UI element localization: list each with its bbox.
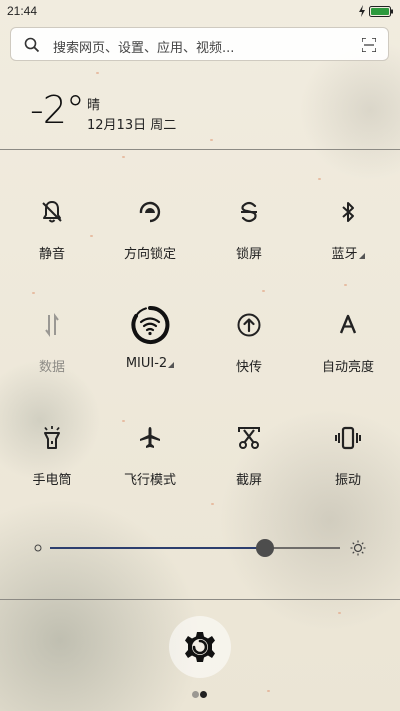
toggle-label: 静音: [38, 247, 65, 262]
submenu-indicator-icon: [168, 362, 175, 368]
rotation-lock-icon: [139, 201, 161, 223]
toggle-label: 锁屏: [235, 247, 262, 262]
panel-divider: [0, 599, 400, 600]
quick-transfer-icon: [237, 313, 261, 337]
screenshot-icon: [238, 427, 260, 449]
status-bar: 21:44: [0, 0, 400, 24]
toggle-wifi[interactable]: MIUI-2: [100, 305, 200, 401]
lock-screen-icon: [241, 201, 257, 223]
brightness-low-icon: [34, 544, 42, 552]
brightness-track[interactable]: [50, 539, 340, 557]
toggle-label: 振动: [334, 473, 361, 488]
weather-temperature: -2°: [30, 88, 85, 132]
toggle-label-text: 蓝牙: [331, 247, 358, 262]
brightness-slider[interactable]: [32, 536, 368, 560]
airplane-icon: [140, 427, 160, 448]
toggle-bluetooth[interactable]: 蓝牙: [298, 198, 398, 288]
toggle-airplane-mode[interactable]: 飞行模式: [100, 424, 200, 514]
auto-brightness-icon: [339, 314, 357, 334]
toggle-rotation-lock[interactable]: 方向锁定: [100, 198, 200, 288]
weather-condition: 晴: [87, 98, 101, 113]
toggle-label: 快传: [235, 360, 262, 375]
toggle-label: 数据: [38, 360, 65, 375]
toggle-flashlight[interactable]: 手电筒: [2, 424, 102, 514]
bell-slash-icon: [42, 201, 62, 223]
toggle-label: 手电筒: [32, 473, 72, 488]
toggle-mobile-data[interactable]: 数据: [2, 311, 102, 401]
flashlight-icon: [44, 426, 60, 449]
toggle-label: 飞行模式: [123, 473, 176, 488]
search-input[interactable]: 搜索网页、设置、应用、视频...: [53, 37, 234, 56]
toggle-auto-brightness[interactable]: 自动亮度: [298, 311, 398, 401]
toggle-silent[interactable]: 静音: [2, 198, 102, 288]
brightness-track-fill: [50, 547, 265, 549]
page-dot: [200, 691, 207, 698]
toggle-label-text: MIUI-2: [125, 356, 168, 371]
toggle-lock-screen[interactable]: 锁屏: [199, 198, 299, 288]
battery-icon: [369, 6, 393, 17]
search-bar[interactable]: 搜索网页、设置、应用、视频...: [10, 27, 389, 61]
page-dot: [192, 691, 199, 698]
panel-divider: [0, 149, 400, 150]
toggle-label: 方向锁定: [123, 247, 176, 262]
brightness-thumb[interactable]: [256, 539, 274, 557]
status-time: 21:44: [7, 4, 38, 18]
toggle-screenshot[interactable]: 截屏: [199, 424, 299, 514]
search-icon: [24, 37, 40, 53]
bluetooth-icon: [342, 202, 354, 222]
charging-icon: [359, 5, 365, 17]
page-indicator: [192, 691, 212, 699]
vibrate-icon: [335, 426, 361, 450]
toggle-vibrate[interactable]: 振动: [298, 424, 398, 514]
brightness-high-icon: [350, 540, 366, 556]
submenu-indicator-icon: [358, 253, 365, 259]
scan-icon[interactable]: [362, 38, 376, 52]
settings-button[interactable]: [169, 616, 231, 678]
toggle-label: 自动亮度: [321, 360, 374, 375]
mobile-data-icon: [45, 313, 59, 337]
gear-icon: [185, 632, 215, 662]
toggle-label: 截屏: [235, 473, 262, 488]
toggle-quick-transfer[interactable]: 快传: [199, 311, 299, 401]
toggle-label: MIUI-2: [100, 356, 200, 371]
wifi-icon: [131, 305, 170, 344]
toggle-label: 蓝牙: [298, 243, 398, 262]
weather-date: 12月13日 周二: [87, 118, 177, 133]
